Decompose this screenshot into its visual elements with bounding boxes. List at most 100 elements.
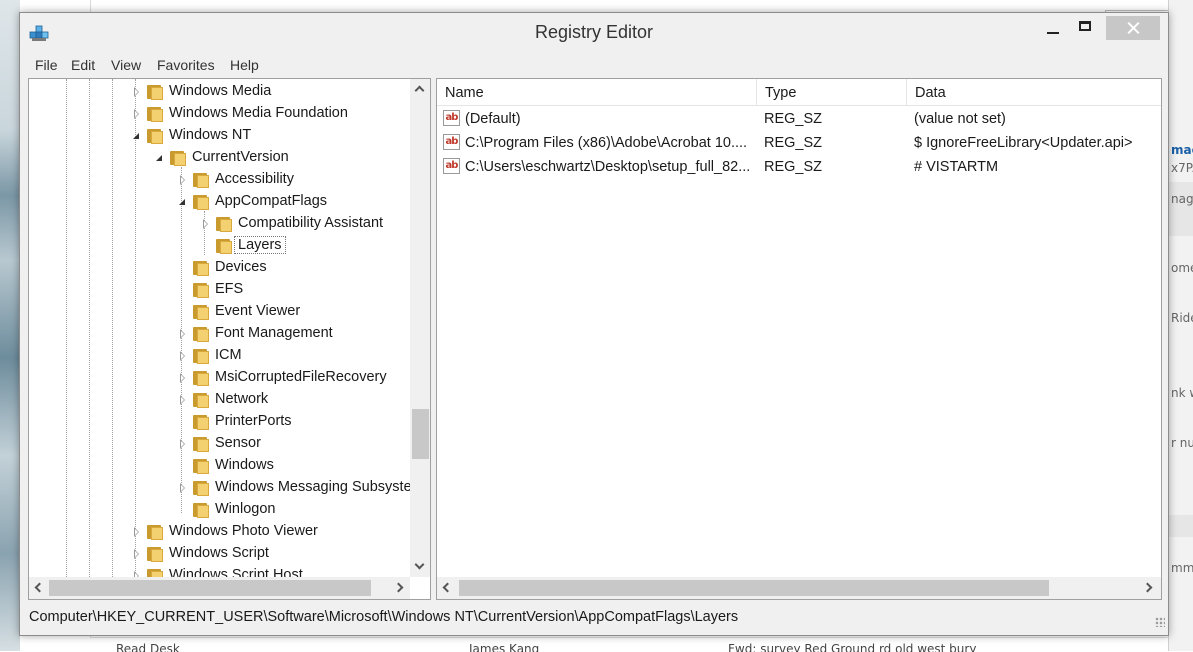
close-button[interactable] bbox=[1106, 16, 1160, 40]
value-name: (Default) bbox=[465, 111, 521, 127]
folder-icon bbox=[191, 458, 211, 474]
expand-arrow-icon[interactable] bbox=[131, 565, 143, 577]
folder-icon bbox=[145, 524, 165, 540]
expand-arrow-icon[interactable] bbox=[177, 389, 189, 411]
tree-item-label: Layers bbox=[234, 236, 286, 254]
value-row[interactable]: ab C:\Program Files (x86)\Adobe\Acrobat … bbox=[437, 131, 1161, 155]
tree-item-label: Winlogon bbox=[215, 501, 276, 517]
scroll-thumb[interactable] bbox=[459, 580, 1049, 596]
column-header-name[interactable]: Name bbox=[437, 79, 757, 105]
expand-arrow-icon[interactable] bbox=[177, 345, 189, 367]
values-list-pane[interactable]: Name Type Data ab (Default) REG_SZ (valu… bbox=[436, 78, 1162, 600]
status-bar: Computer\HKEY_CURRENT_USER\Software\Micr… bbox=[20, 603, 1168, 635]
tree-item-label: Windows Media bbox=[169, 83, 272, 99]
title-bar[interactable]: Registry Editor bbox=[20, 13, 1168, 53]
scroll-thumb[interactable] bbox=[412, 409, 429, 459]
menu-favorites[interactable]: Favorites bbox=[157, 57, 215, 73]
tree-item-label: Font Management bbox=[215, 325, 333, 341]
tree-item-label: Windows Media Foundation bbox=[169, 105, 348, 121]
registry-editor-window: Registry Editor File Edit View Favorites… bbox=[19, 12, 1169, 636]
menu-edit[interactable]: Edit bbox=[71, 57, 95, 73]
tree-vertical-scrollbar[interactable] bbox=[410, 79, 430, 577]
tree-connector bbox=[177, 455, 189, 477]
tree-guide-line bbox=[135, 79, 136, 577]
scroll-left-arrow-icon[interactable] bbox=[29, 577, 49, 599]
folder-icon bbox=[191, 502, 211, 518]
value-row[interactable]: ab C:\Users\eschwartz\Desktop\setup_full… bbox=[437, 155, 1161, 179]
value-name: C:\Program Files (x86)\Adobe\Acrobat 10.… bbox=[465, 135, 748, 151]
menu-file[interactable]: File bbox=[35, 57, 58, 73]
background-fragment: mme bbox=[1171, 561, 1193, 575]
list-horizontal-scrollbar[interactable] bbox=[437, 577, 1161, 599]
collapse-arrow-icon[interactable] bbox=[154, 147, 166, 169]
scroll-right-arrow-icon[interactable] bbox=[390, 577, 410, 599]
key-tree: Windows Media Windows Media Foundation Win… bbox=[29, 79, 410, 577]
string-value-icon: ab bbox=[443, 110, 460, 126]
tree-item-label: Windows Script bbox=[169, 545, 269, 561]
folder-icon bbox=[145, 84, 165, 100]
folder-icon bbox=[191, 304, 211, 320]
folder-icon bbox=[191, 436, 211, 452]
scroll-right-arrow-icon[interactable] bbox=[1139, 577, 1159, 599]
folder-icon bbox=[191, 414, 211, 430]
value-data: # VISTARTM bbox=[914, 159, 999, 175]
expand-arrow-icon[interactable] bbox=[131, 521, 143, 543]
scroll-left-arrow-icon[interactable] bbox=[437, 577, 457, 599]
folder-icon bbox=[191, 392, 211, 408]
expand-arrow-icon[interactable] bbox=[200, 213, 212, 235]
string-value-icon: ab bbox=[443, 134, 460, 150]
key-tree-pane[interactable]: Windows Media Windows Media Foundation Win… bbox=[28, 78, 431, 600]
value-type: REG_SZ bbox=[764, 159, 823, 175]
collapse-arrow-icon[interactable] bbox=[131, 125, 143, 147]
tree-connector bbox=[177, 279, 189, 301]
background-fragment: r nun bbox=[1171, 436, 1193, 450]
scroll-down-arrow-icon[interactable] bbox=[410, 557, 430, 577]
tree-item-label: Windows Script Host bbox=[169, 567, 303, 577]
tree-horizontal-scrollbar[interactable] bbox=[29, 577, 410, 599]
desktop-wallpaper bbox=[0, 0, 20, 651]
tree-item-label: ICM bbox=[215, 347, 242, 363]
column-header-type[interactable]: Type bbox=[757, 79, 907, 105]
tree-connector bbox=[177, 257, 189, 279]
background-fragment: Ride bbox=[1171, 311, 1193, 325]
tree-item-label: MsiCorruptedFileRecovery bbox=[215, 369, 387, 385]
folder-icon bbox=[191, 348, 211, 364]
menu-bar: File Edit View Favorites Help bbox=[20, 53, 1168, 77]
tree-item-label: Event Viewer bbox=[215, 303, 301, 319]
tree-item-label: EFS bbox=[215, 281, 244, 297]
folder-icon bbox=[214, 216, 234, 232]
expand-arrow-icon[interactable] bbox=[177, 477, 189, 499]
expand-arrow-icon[interactable] bbox=[131, 103, 143, 125]
expand-arrow-icon[interactable] bbox=[131, 81, 143, 103]
value-name: C:\Users\eschwartz\Desktop\setup_full_82… bbox=[465, 159, 751, 175]
maximize-button[interactable] bbox=[1072, 13, 1102, 41]
scroll-thumb[interactable] bbox=[49, 580, 371, 596]
value-type: REG_SZ bbox=[764, 111, 823, 127]
menu-view[interactable]: View bbox=[111, 57, 141, 73]
menu-help[interactable]: Help bbox=[230, 57, 259, 73]
folder-icon bbox=[145, 568, 165, 577]
folder-icon bbox=[168, 150, 188, 166]
expand-arrow-icon[interactable] bbox=[131, 543, 143, 565]
tree-item-label: Sensor bbox=[215, 435, 261, 451]
tree-item-label: Devices bbox=[215, 259, 267, 275]
registry-path: Computer\HKEY_CURRENT_USER\Software\Micr… bbox=[29, 609, 739, 625]
tree-item-label: Windows bbox=[215, 457, 274, 473]
resize-grip-icon[interactable] bbox=[1155, 617, 1165, 627]
tree-item-label: CurrentVersion bbox=[192, 149, 289, 165]
expand-arrow-icon[interactable] bbox=[177, 433, 189, 455]
expand-arrow-icon[interactable] bbox=[177, 169, 189, 191]
collapse-arrow-icon[interactable] bbox=[177, 191, 189, 213]
value-type: REG_SZ bbox=[764, 135, 823, 151]
tree-guide-line bbox=[66, 79, 67, 577]
folder-icon bbox=[145, 546, 165, 562]
column-header-data[interactable]: Data bbox=[907, 79, 1161, 105]
minimize-button[interactable] bbox=[1039, 13, 1069, 41]
folder-icon bbox=[191, 326, 211, 342]
scroll-up-arrow-icon[interactable] bbox=[410, 79, 430, 99]
tree-guide-line bbox=[112, 79, 113, 577]
expand-arrow-icon[interactable] bbox=[177, 323, 189, 345]
expand-arrow-icon[interactable] bbox=[177, 367, 189, 389]
background-fragment: mac bbox=[1171, 143, 1193, 157]
value-row[interactable]: ab (Default) REG_SZ (value not set) bbox=[437, 107, 1161, 131]
